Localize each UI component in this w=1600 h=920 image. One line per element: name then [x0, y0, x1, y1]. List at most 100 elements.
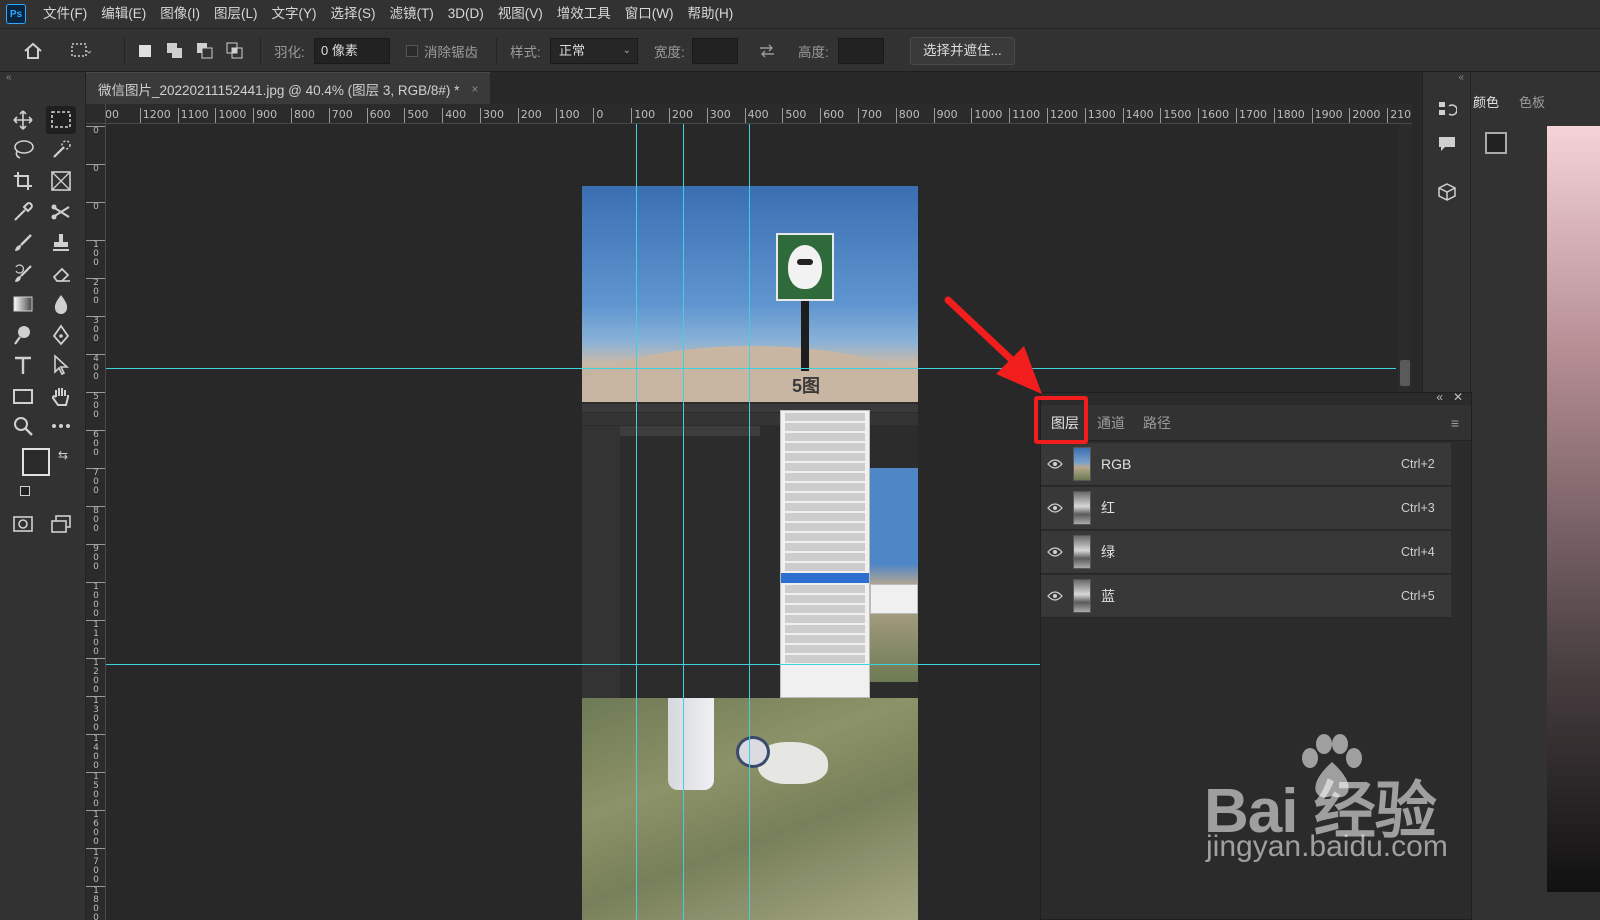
eyedropper-tool-icon[interactable] [8, 198, 38, 226]
guide-vertical[interactable] [683, 124, 684, 920]
visibility-eye-icon[interactable] [1041, 503, 1069, 513]
rect-marquee-tool-icon[interactable] [46, 106, 76, 134]
menu-layer[interactable]: 图层(L) [207, 0, 265, 28]
tab-channels[interactable]: 通道 [1097, 413, 1125, 433]
panel-menu-icon[interactable]: ≡ [1451, 415, 1459, 431]
hand-tool-icon[interactable] [46, 382, 76, 410]
guide-horizontal[interactable] [106, 368, 1396, 369]
subtract-selection-icon[interactable] [192, 38, 218, 64]
ruler-tick-label: 400 [86, 354, 105, 382]
move-tool-icon[interactable] [8, 106, 38, 134]
path-select-tool-icon[interactable] [46, 351, 76, 379]
swap-dimensions-icon[interactable] [754, 38, 780, 64]
history-brush-tool-icon[interactable] [8, 260, 38, 288]
rectangle-tool-icon[interactable] [8, 382, 38, 410]
crop-tool-icon[interactable] [8, 167, 38, 195]
document-tab[interactable]: 微信图片_20220211152441.jpg @ 40.4% (图层 3, R… [86, 72, 491, 104]
guide-vertical[interactable] [749, 124, 750, 920]
type-tool-icon[interactable] [8, 351, 38, 379]
gradient-tool-icon[interactable] [8, 290, 38, 318]
history-panel-icon[interactable] [1435, 98, 1459, 122]
menu-view[interactable]: 视图(V) [491, 0, 550, 28]
content-aware-move-tool-icon[interactable] [46, 198, 76, 226]
horizontal-ruler[interactable]: 00 1200 1100 1000 900 800 700 600 500 400 300 200 10… [106, 104, 1412, 124]
menu-3d[interactable]: 3D(D) [441, 0, 491, 28]
color-panel-foreground-swatch[interactable] [1485, 132, 1507, 154]
document-title: 微信图片_20220211152441.jpg @ 40.4% (图层 3, R… [98, 82, 460, 98]
menu-image[interactable]: 图像(I) [153, 0, 207, 28]
vertical-ruler[interactable]: 0 0 0 100 200 300 400 500 600 700 800 900 1000110012… [86, 124, 106, 920]
style-select-value: 正常 [559, 43, 586, 58]
rect-marquee-preset-icon[interactable] [68, 38, 94, 64]
lasso-tool-icon[interactable] [8, 136, 38, 164]
menu-file[interactable]: 文件(F) [36, 0, 94, 28]
menu-filter[interactable]: 滤镜(T) [383, 0, 441, 28]
new-selection-icon[interactable] [132, 38, 158, 64]
ruler-tick-label: 500 [86, 392, 105, 420]
frame-tool-icon[interactable] [46, 167, 76, 195]
channel-thumbnail [1073, 535, 1091, 569]
stamp-tool-icon[interactable] [46, 229, 76, 257]
eraser-tool-icon[interactable] [46, 260, 76, 288]
ruler-tick-label: 2000 [1349, 108, 1380, 123]
channel-shortcut: Ctrl+3 [1401, 501, 1435, 515]
visibility-eye-icon[interactable] [1041, 547, 1069, 557]
height-input[interactable] [838, 38, 884, 64]
kfc-logo-sign [776, 233, 834, 301]
ruler-tick-label: 1000 [215, 108, 246, 123]
menu-plugins[interactable]: 增效工具 [550, 0, 618, 28]
dodge-tool-icon[interactable] [8, 321, 38, 349]
ruler-tick-label: 0 [86, 164, 105, 174]
guide-horizontal[interactable] [106, 664, 1040, 665]
pen-tool-icon[interactable] [46, 321, 76, 349]
channel-thumbnail [1073, 579, 1091, 613]
more-tools-icon[interactable] [46, 412, 76, 440]
zoom-tool-icon[interactable] [8, 412, 38, 440]
swap-colors-icon[interactable]: ⇆ [58, 448, 68, 462]
style-select[interactable]: 正常 ⌄ [550, 38, 638, 64]
channel-row-blue[interactable]: 蓝 Ctrl+5 [1041, 575, 1451, 618]
default-colors-icon[interactable] [20, 486, 30, 496]
ruler-tick-label: 100 [555, 108, 580, 123]
3d-panel-icon[interactable] [1435, 180, 1459, 204]
antialias-checkbox[interactable] [406, 45, 418, 57]
tab-swatches[interactable]: 色板 [1519, 92, 1545, 111]
menu-select[interactable]: 选择(S) [324, 0, 383, 28]
color-picker-field[interactable] [1547, 126, 1600, 892]
select-and-mask-button[interactable]: 选择并遮住... [910, 37, 1015, 65]
antialias-label: 消除锯齿 [424, 45, 478, 60]
visibility-eye-icon[interactable] [1041, 459, 1069, 469]
close-tab-icon[interactable]: × [471, 82, 478, 96]
collapse-toolbar-icon[interactable]: « [6, 72, 12, 83]
menu-edit[interactable]: 编辑(E) [94, 0, 153, 28]
home-icon[interactable] [20, 38, 46, 64]
expand-panels-icon[interactable]: « [1458, 72, 1464, 83]
tab-paths[interactable]: 路径 [1143, 413, 1171, 433]
ruler-tick-label: 1300 [1084, 108, 1116, 123]
add-selection-icon[interactable] [162, 38, 188, 64]
ruler-corner[interactable] [86, 104, 106, 124]
comments-panel-icon[interactable] [1435, 132, 1459, 156]
feather-input[interactable]: 0 像素 [314, 38, 390, 64]
guide-vertical[interactable] [636, 124, 637, 920]
channel-row-red[interactable]: 红 Ctrl+3 [1041, 487, 1451, 530]
quick-select-tool-icon[interactable] [46, 136, 76, 164]
channel-row-rgb[interactable]: RGB Ctrl+2 [1041, 443, 1451, 486]
collapse-panel-icon[interactable]: « [1436, 390, 1443, 404]
intersect-selection-icon[interactable] [222, 38, 248, 64]
width-input[interactable] [692, 38, 738, 64]
brush-tool-icon[interactable] [8, 229, 38, 257]
visibility-eye-icon[interactable] [1041, 591, 1069, 601]
close-panel-icon[interactable]: ✕ [1453, 390, 1463, 404]
foreground-color-swatch[interactable] [22, 448, 50, 476]
tab-color[interactable]: 颜色 [1473, 92, 1499, 111]
quick-mask-icon[interactable] [8, 510, 38, 538]
menu-window[interactable]: 窗口(W) [618, 0, 681, 28]
ruler-tick-label: 1100 [1009, 108, 1040, 123]
menu-help[interactable]: 帮助(H) [680, 0, 740, 28]
menu-type[interactable]: 文字(Y) [265, 0, 324, 28]
channel-row-green[interactable]: 绿 Ctrl+4 [1041, 531, 1451, 574]
watermark-url: jingyan.baidu.com [1206, 830, 1448, 863]
screen-mode-icon[interactable] [46, 510, 76, 538]
blur-tool-icon[interactable] [46, 290, 76, 318]
